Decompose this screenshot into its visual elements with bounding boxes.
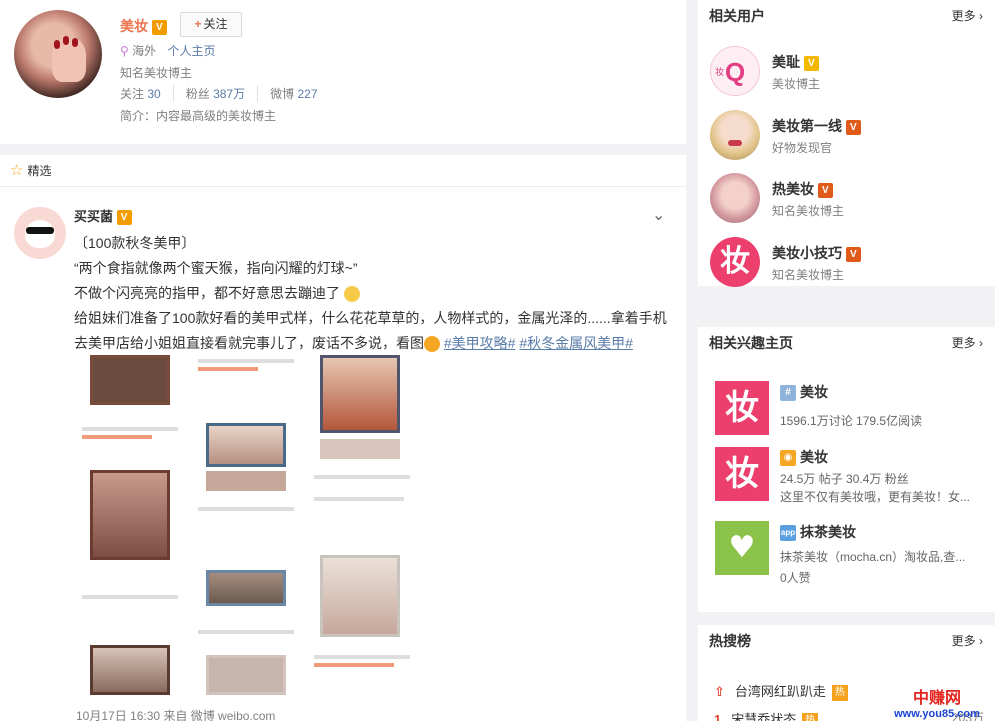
user-avatar[interactable]: Q 妆: [710, 46, 760, 96]
site-watermark: 中赚网 www.you85.com: [894, 690, 980, 720]
hashtag-link[interactable]: #秋冬金属风美甲#: [519, 335, 633, 351]
interest-title[interactable]: # 美妆: [780, 382, 828, 402]
emoji-icon: [424, 336, 440, 353]
user-avatar[interactable]: 妆: [710, 237, 760, 287]
stat-posts[interactable]: 微博 227: [270, 85, 329, 102]
verified-icon: V: [845, 119, 861, 135]
more-link[interactable]: 更多 ›: [952, 334, 983, 351]
top-rank-icon: ⇧: [714, 684, 725, 699]
location-row: ⚲ 海外 个人主页: [120, 44, 216, 58]
profile-avatar[interactable]: [14, 10, 102, 98]
feed-card: ☆ 精选 买买菌 V ⌄ 〔100款秋冬美甲〕 “两个食指就像两个蜜天猴，指向闪耀…: [0, 155, 686, 721]
post-author-name[interactable]: 买买菌 V: [74, 206, 132, 226]
verified-icon: V: [845, 246, 861, 262]
more-link[interactable]: 更多 ›: [952, 632, 983, 649]
user-avatar[interactable]: [710, 173, 760, 223]
related-interest-card: 相关兴趣主页 更多 › 妆 # 美妆 1596.1万讨论 179.5亿阅读 妆 ◉…: [698, 327, 995, 612]
related-user-item[interactable]: 妆 美妆小技巧 V 知名美妆博主: [710, 237, 980, 291]
location-icon: ⚲: [120, 44, 129, 58]
interest-title[interactable]: ◉ 美妆: [780, 447, 828, 467]
related-user-item[interactable]: 热美妆 V 知名美妆博主: [710, 173, 980, 227]
post-image-grid[interactable]: [76, 355, 416, 695]
interest-logo[interactable]: ♥: [715, 521, 769, 575]
post-footer[interactable]: 10月17日 16:30 来自 微博 weibo.com: [76, 707, 275, 721]
related-users-card: 相关用户 更多 › Q 妆 美耻 V 美妆博主 美妆第一线 V 好物发现官 热美…: [698, 0, 995, 287]
feed-header: ☆ 精选: [0, 155, 686, 187]
profile-card: 美妆 V + 关注 ⚲ 海外 个人主页 知名美妆博主 关注 30 粉丝 387万 微博…: [0, 0, 686, 144]
related-users-title: 相关用户: [709, 8, 765, 24]
stat-followers[interactable]: 粉丝 387万: [186, 85, 259, 102]
hashtag-icon: #: [780, 385, 796, 402]
profile-stats: 关注 30 粉丝 387万 微博 227: [120, 85, 342, 102]
hot-search-title: 热搜榜: [709, 633, 751, 649]
verified-icon: V: [116, 210, 132, 226]
verified-icon: V: [817, 182, 833, 198]
interest-logo[interactable]: 妆: [715, 447, 769, 501]
profile-bio: 简介：内容最高级的美妆博主: [120, 109, 277, 123]
post-image[interactable]: [308, 355, 416, 695]
verified-icon: V: [803, 55, 819, 71]
verified-icon: V: [151, 19, 167, 35]
rank-number: 1: [714, 712, 722, 721]
more-link[interactable]: 更多 ›: [952, 7, 983, 24]
profile-title: 知名美妆博主: [120, 66, 193, 80]
app-icon: app: [780, 525, 796, 542]
follow-button[interactable]: + 关注: [180, 12, 242, 37]
homepage-link[interactable]: 个人主页: [168, 44, 216, 58]
emoji-icon: [343, 286, 360, 303]
profile-name[interactable]: 美妆 V: [120, 16, 167, 36]
stat-following[interactable]: 关注 30: [120, 85, 174, 102]
related-user-item[interactable]: 美妆第一线 V 好物发现官: [710, 110, 980, 164]
hot-badge: 热: [831, 684, 848, 701]
eye-icon: ◉: [780, 450, 796, 467]
star-icon: ☆: [10, 162, 24, 179]
post-author-avatar[interactable]: [14, 207, 66, 259]
chevron-down-icon[interactable]: ⌄: [652, 205, 665, 225]
hashtag-link[interactable]: #美甲攻略#: [444, 335, 516, 351]
post-image[interactable]: [76, 355, 184, 695]
user-avatar[interactable]: [710, 110, 760, 160]
interest-title[interactable]: app 抹茶美妆: [780, 522, 856, 542]
related-interest-title: 相关兴趣主页: [709, 335, 793, 351]
hot-badge: 热: [802, 712, 819, 721]
related-user-item[interactable]: Q 妆 美耻 V 美妆博主: [710, 46, 980, 100]
post-image[interactable]: [192, 355, 300, 695]
post-text: 〔100款秋冬美甲〕 “两个食指就像两个蜜天猴，指向闪耀的灯球~” 不做个闪亮亮…: [74, 235, 667, 353]
interest-logo[interactable]: 妆: [715, 381, 769, 435]
